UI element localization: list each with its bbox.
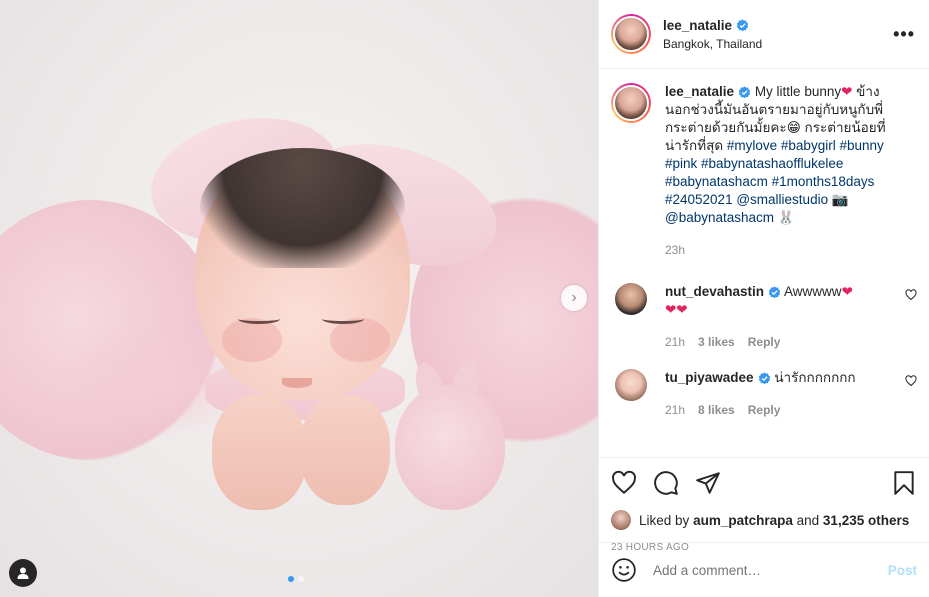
post-header: lee_natalie Bangkok, Thailand ••• <box>599 0 929 69</box>
share-button[interactable] <box>695 470 721 496</box>
caption-mention-studio[interactable]: @smalliestudio <box>736 192 828 207</box>
comment-username[interactable]: nut_devahastin <box>665 283 764 301</box>
emoji-picker-button[interactable] <box>611 557 637 583</box>
photo-mouth <box>282 378 312 388</box>
carousel-indicator <box>288 576 304 582</box>
like-button[interactable] <box>611 470 637 496</box>
comment-item: tu_piyawadee น่ารักกกกกกก 21h 8 likes Re… <box>611 369 917 419</box>
comment-input[interactable] <box>653 562 888 578</box>
caption-time[interactable]: 23h <box>665 241 685 259</box>
caption-mention-baby[interactable]: @babynatashacm <box>665 210 774 225</box>
comment-time[interactable]: 21h <box>665 401 685 419</box>
bookmark-icon <box>894 471 914 495</box>
action-icons <box>611 468 917 498</box>
heart-emoji-icon: ❤ <box>841 84 853 100</box>
verified-badge-icon <box>736 18 749 31</box>
liked-by: Liked by aum_patchrapa and 31,235 others <box>611 510 917 530</box>
comment-username[interactable]: tu_piyawadee <box>665 369 754 387</box>
photo-eye-left <box>238 314 280 324</box>
like-comment-heart-icon[interactable] <box>905 289 917 301</box>
comment-username-row[interactable]: nut_devahastin <box>665 283 781 301</box>
add-comment-bar: Post <box>599 542 929 597</box>
caption-body: lee_natalie My little bunny❤ ข้างนอกช่วง… <box>665 83 917 259</box>
paper-plane-icon <box>696 472 720 494</box>
comment-avatar[interactable] <box>615 283 647 315</box>
photo-hand-right <box>300 395 390 505</box>
photo-cheek-left <box>222 318 282 362</box>
post-comment-button[interactable]: Post <box>888 563 917 578</box>
caption-username-row[interactable]: lee_natalie <box>665 83 751 101</box>
post-caption: lee_natalie My little bunny❤ ข้างนอกช่วง… <box>611 83 917 259</box>
liked-by-middle: and <box>796 512 820 528</box>
like-comment-heart-icon[interactable] <box>905 375 917 387</box>
verified-badge-icon <box>758 371 770 384</box>
comment-meta: 21h 3 likes Reply <box>665 333 895 351</box>
post-sidebar: lee_natalie Bangkok, Thailand ••• lee_na… <box>598 0 929 597</box>
comment-body: nut_devahastin Awwwww❤ ❤❤ 21h 3 likes Re… <box>665 283 917 351</box>
photo-bunny-toy <box>395 385 505 510</box>
post-photo[interactable]: › <box>0 0 598 597</box>
header-username-row[interactable]: lee_natalie <box>663 18 749 33</box>
liked-by-prefix: Liked by <box>639 512 690 528</box>
carousel-next-button[interactable]: › <box>561 285 587 311</box>
camera-emoji-icon: 📷 <box>831 192 849 208</box>
comment-avatar[interactable] <box>615 369 647 401</box>
verified-badge-icon <box>738 85 751 98</box>
comment-time[interactable]: 21h <box>665 333 685 351</box>
carousel-dot <box>298 576 304 582</box>
grin-emoji-icon: 😁 <box>786 120 801 136</box>
liked-by-user[interactable]: aum_patchrapa <box>693 513 793 528</box>
comment-body: tu_piyawadee น่ารักกกกกกก 21h 8 likes Re… <box>665 369 917 419</box>
comment-likes[interactable]: 8 likes <box>698 401 735 419</box>
caption-avatar[interactable] <box>611 83 651 123</box>
hearts-emoji-icon: ❤❤ <box>665 302 688 318</box>
comment-username-row[interactable]: tu_piyawadee <box>665 369 771 387</box>
rabbit-emoji-icon: 🐰 <box>777 210 795 226</box>
caption-username[interactable]: lee_natalie <box>665 83 734 101</box>
photo-hand-left <box>212 395 307 510</box>
heart-emoji-icon: ❤ <box>841 284 853 300</box>
carousel-dot-active <box>288 576 294 582</box>
caption-meta: 23h <box>665 241 895 259</box>
caption-text-1: My little bunny <box>754 84 842 99</box>
comment-item: nut_devahastin Awwwww❤ ❤❤ 21h 3 likes Re… <box>611 283 917 351</box>
header-username[interactable]: lee_natalie <box>663 18 732 33</box>
comment-button[interactable] <box>653 470 679 496</box>
verified-badge-icon <box>768 285 781 298</box>
comment-reply-button[interactable]: Reply <box>748 401 781 419</box>
chevron-right-icon: › <box>571 289 577 306</box>
comment-bubble-icon <box>654 471 678 495</box>
header-text: lee_natalie Bangkok, Thailand <box>663 18 893 51</box>
smiley-icon <box>612 558 636 582</box>
comment-text: น่ารักกกกกกก <box>774 370 856 385</box>
photo-baby-hair <box>200 148 405 268</box>
header-location[interactable]: Bangkok, Thailand <box>663 37 893 51</box>
photo-eye-right <box>322 314 364 324</box>
comment-reply-button[interactable]: Reply <box>748 333 781 351</box>
instagram-post: › lee_natalie Bangkok, Thailand ••• lee_… <box>0 0 929 597</box>
tagged-users-button[interactable] <box>9 559 37 587</box>
save-button[interactable] <box>891 470 917 496</box>
comment-text: Awwwww <box>784 284 842 299</box>
liker-avatar[interactable] <box>611 510 631 530</box>
likes-count[interactable]: 31,235 others <box>823 513 909 528</box>
heart-icon <box>612 470 636 495</box>
photo-cheek-right <box>330 318 390 362</box>
user-icon <box>17 567 29 579</box>
comment-meta: 21h 8 likes Reply <box>665 401 895 419</box>
action-icons-left <box>611 470 891 496</box>
more-options-button[interactable]: ••• <box>893 25 915 43</box>
comment-likes[interactable]: 3 likes <box>698 333 735 351</box>
comments-section: lee_natalie My little bunny❤ ข้างนอกช่วง… <box>599 69 929 457</box>
avatar[interactable] <box>611 14 651 54</box>
